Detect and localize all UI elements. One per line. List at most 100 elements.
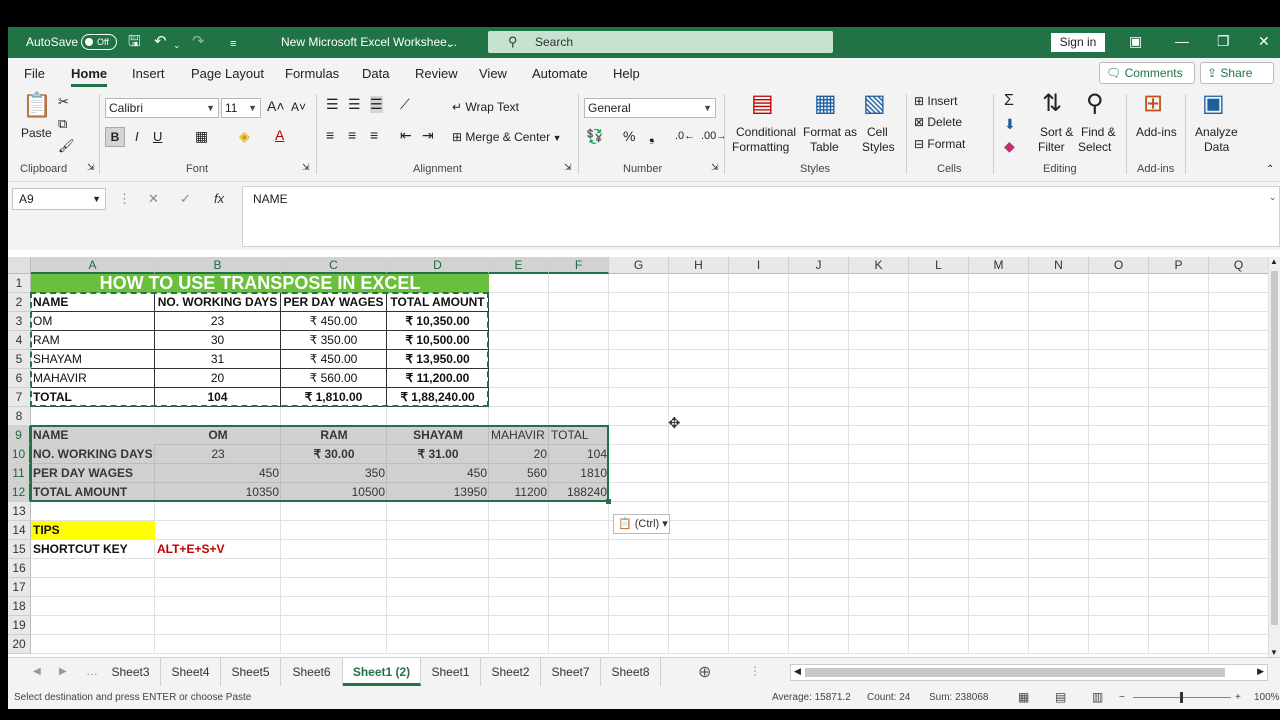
table-header[interactable]: NO. WORKING DAYS [155,293,281,312]
merge-center-button[interactable]: ⊞ Merge & Center ▼ [452,130,562,144]
add-sheet-icon[interactable]: ⊕ [698,662,711,682]
wrap-text-button[interactable]: ↵ Wrap Text [452,100,519,114]
row-header-2[interactable]: 2 [8,293,31,312]
font-name-select[interactable]: Calibri ▼ [105,98,219,118]
tab-file[interactable]: File [24,66,45,81]
shortcut-label-cell[interactable]: SHORTCUT KEY [31,540,155,559]
paste-icon[interactable]: 📋 [22,92,52,120]
scroll-down-icon[interactable]: ▼ [1270,648,1278,657]
row-header-12[interactable]: 12 [8,483,31,502]
bold-button[interactable]: B [105,127,125,147]
row-header-6[interactable]: 6 [8,369,31,388]
data-cell[interactable]: 23 [155,312,281,331]
status-count[interactable]: Count: 24 [867,692,910,703]
sheet-tab[interactable]: Sheet4 [161,658,221,686]
tab-view[interactable]: View [479,66,507,81]
data-cell[interactable]: ₹ 450.00 [281,312,387,331]
data-cell[interactable]: 30 [155,331,281,350]
orientation-icon[interactable]: ⟋ [400,96,410,113]
conditional-formatting-icon[interactable]: ▤ [751,90,774,118]
data-cell[interactable]: 10500 [281,483,387,502]
column-header-d[interactable]: D [387,257,489,274]
row-label[interactable]: TOTAL [31,388,155,407]
align-left-icon[interactable]: ≡ [326,127,334,143]
column-header-h[interactable]: H [669,257,729,274]
italic-button[interactable]: I [135,129,139,144]
tab-automate[interactable]: Automate [532,66,588,81]
more-sheets-icon[interactable]: … [86,664,98,678]
ribbon-display-icon[interactable]: ▣ [1129,33,1142,50]
sheet-tab[interactable]: Sheet7 [541,658,601,686]
page-layout-view-icon[interactable]: ▤ [1055,690,1066,704]
conditional-formatting-line2[interactable]: Formatting [732,140,789,154]
row-header-14[interactable]: 14 [8,521,31,540]
customize-toolbar-icon[interactable]: ≡ [230,35,236,53]
status-sum[interactable]: Sum: 238068 [929,692,989,703]
alignment-launcher-icon[interactable]: ⇲ [564,162,572,173]
conditional-formatting-line1[interactable]: Conditional [736,125,796,139]
column-header-f[interactable]: F [549,257,609,274]
number-launcher-icon[interactable]: ⇲ [711,162,719,173]
row-label[interactable]: OM [31,312,155,331]
enter-icon[interactable]: ✓ [180,191,191,207]
row-header-5[interactable]: 5 [8,350,31,369]
row-header-4[interactable]: 4 [8,331,31,350]
font-color-icon[interactable]: A [275,127,284,143]
align-right-icon[interactable]: ≡ [370,127,378,143]
increase-indent-icon[interactable]: ⇥ [422,127,434,144]
row-header-15[interactable]: 15 [8,540,31,559]
fill-handle[interactable] [606,499,611,504]
tips-cell[interactable]: TIPS [31,521,155,540]
cell-styles-line1[interactable]: Cell [867,125,888,139]
data-cell[interactable]: 13950 [387,483,489,502]
tab-review[interactable]: Review [415,66,458,81]
comments-button[interactable]: 🗨 Comments [1099,62,1195,84]
data-cell[interactable]: 450 [155,464,281,483]
maximize-icon[interactable]: ❐ [1217,33,1230,50]
zoom-slider-thumb[interactable] [1180,692,1183,703]
row-header-9[interactable]: 9 [8,426,31,445]
data-cell[interactable]: MAHAVIR [489,426,549,445]
decrease-font-icon[interactable]: A˅ [291,100,306,114]
sheet-tab[interactable]: Sheet1 [421,658,481,686]
data-cell[interactable]: ₹ 450.00 [281,350,387,369]
paste-label[interactable]: Paste [21,126,52,140]
row-header-7[interactable]: 7 [8,388,31,407]
row-label[interactable]: SHAYAM [31,350,155,369]
bottom-align-icon[interactable]: ☰ [370,96,383,113]
close-icon[interactable]: ✕ [1258,33,1270,50]
status-average[interactable]: Average: 15871.2 [772,692,851,703]
column-header-i[interactable]: I [729,257,789,274]
tab-page-layout[interactable]: Page Layout [191,66,264,81]
delete-cells-button[interactable]: ⊠ Delete [914,115,962,129]
column-header-c[interactable]: C [281,257,387,274]
clipboard-launcher-icon[interactable]: ⇲ [87,162,95,173]
zoom-out-icon[interactable]: − [1119,692,1125,703]
sheet-tab[interactable]: Sheet8 [601,658,661,686]
sheet-tab[interactable]: Sheet2 [481,658,541,686]
column-header-j[interactable]: J [789,257,849,274]
cell-styles-line2[interactable]: Styles [862,140,895,154]
percent-icon[interactable]: % [623,128,635,144]
scroll-right-icon[interactable]: ▶ [1257,666,1264,677]
data-cell[interactable]: ₹ 31.00 [387,445,489,464]
formula-input[interactable]: NAME [242,186,1280,247]
data-cell[interactable]: ₹ 30.00 [281,445,387,464]
table-header[interactable]: TOTAL AMOUNT [387,293,489,312]
align-center-icon[interactable]: ≡ [348,127,356,143]
sheet-tab[interactable]: Sheet6 [281,658,343,686]
data-cell[interactable]: 450 [387,464,489,483]
number-format-select[interactable]: General ▼ [584,98,716,118]
data-cell[interactable]: ₹ 10,350.00 [387,312,489,331]
column-header-q[interactable]: Q [1209,257,1269,274]
insert-cells-button[interactable]: ⊞ Insert [914,94,957,108]
format-as-table-icon[interactable]: ▦ [814,90,837,118]
column-header-m[interactable]: M [969,257,1029,274]
tab-home[interactable]: Home [71,66,107,81]
data-cell[interactable]: 20 [489,445,549,464]
page-break-view-icon[interactable]: ▥ [1092,690,1103,704]
add-ins-button-label[interactable]: Add-ins [1136,125,1177,139]
borders-icon[interactable]: ▦ [195,128,208,145]
column-header-p[interactable]: P [1149,257,1209,274]
data-cell[interactable]: 23 [155,445,281,464]
